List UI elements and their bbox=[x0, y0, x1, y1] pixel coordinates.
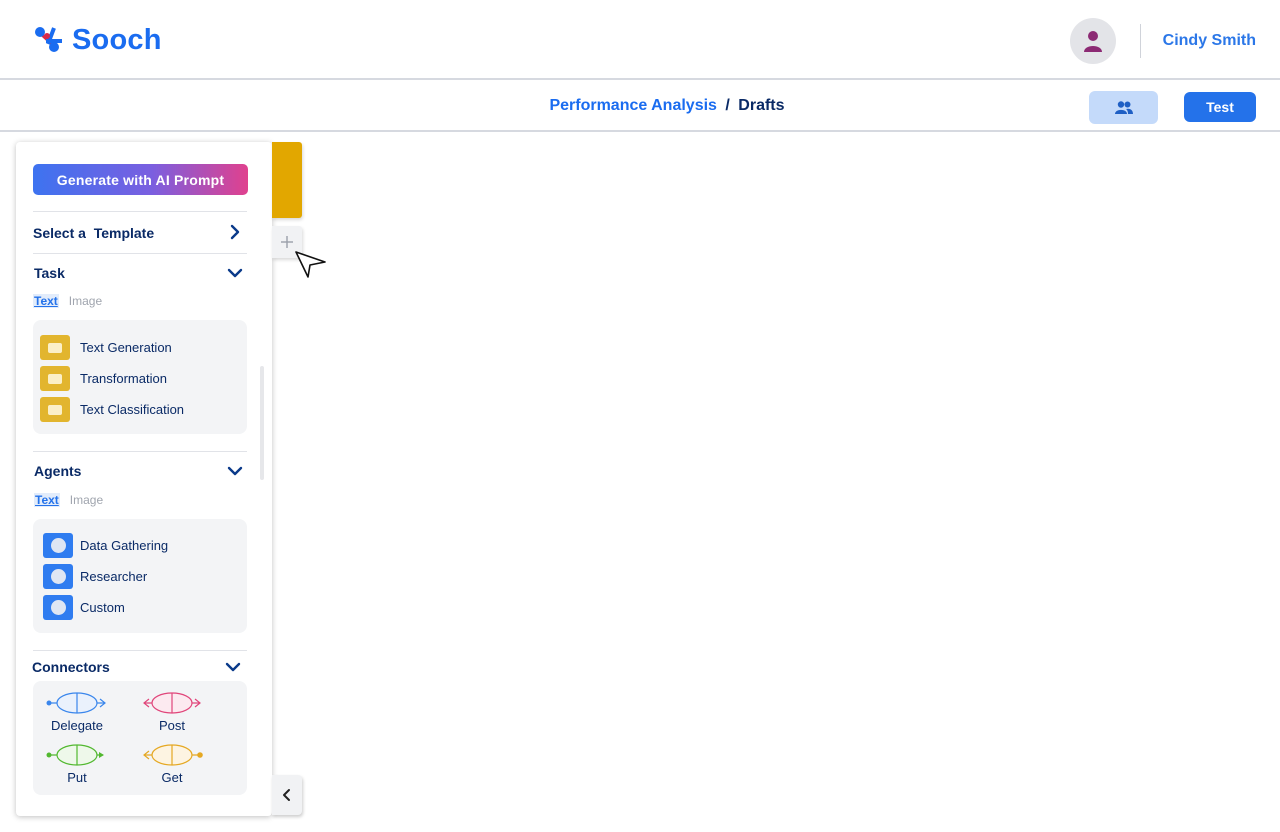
divider bbox=[33, 211, 247, 212]
tab-image[interactable]: Image bbox=[70, 493, 103, 507]
list-item[interactable]: Data Gathering bbox=[43, 533, 168, 558]
logo-icon bbox=[35, 27, 62, 52]
chevron-right-icon[interactable] bbox=[227, 224, 243, 240]
task-list: Text Generation Transformation Text Clas… bbox=[33, 320, 247, 434]
list-item[interactable]: Text Generation bbox=[40, 335, 172, 360]
agent-icon bbox=[43, 533, 73, 558]
agent-icon bbox=[43, 595, 73, 620]
task-section-title: Task bbox=[34, 265, 65, 281]
tab-text[interactable]: Text bbox=[34, 493, 60, 507]
list-item[interactable]: Custom bbox=[43, 595, 125, 620]
agents-tabs: Text Image bbox=[34, 493, 103, 507]
connector-label: Get bbox=[161, 770, 183, 785]
breadcrumb: Performance Analysis / Drafts bbox=[0, 97, 1280, 115]
post-connector-icon bbox=[143, 692, 201, 714]
task-icon bbox=[40, 366, 70, 391]
connector-post[interactable]: Post bbox=[137, 691, 207, 733]
select-template-label: Select a Template bbox=[33, 225, 155, 241]
connector-put[interactable]: Put bbox=[42, 743, 112, 785]
user-divider bbox=[1139, 24, 1141, 58]
put-connector-icon bbox=[46, 744, 104, 766]
logo-text: Sooch bbox=[72, 23, 162, 56]
get-connector-icon bbox=[143, 744, 203, 766]
collapse-panel-button[interactable] bbox=[272, 775, 302, 815]
breadcrumb-project[interactable]: Performance Analysis bbox=[549, 97, 716, 114]
person-icon bbox=[1083, 31, 1102, 52]
divider bbox=[33, 451, 247, 452]
list-item-label: Text Classification bbox=[80, 402, 185, 417]
connector-get[interactable]: Get bbox=[137, 743, 207, 785]
connector-delegate[interactable]: Delegate bbox=[42, 691, 112, 733]
divider bbox=[33, 650, 247, 651]
connectors-section-title: Connectors bbox=[32, 659, 110, 675]
breadcrumb-separator: / bbox=[725, 97, 730, 114]
task-icon bbox=[40, 397, 70, 422]
divider bbox=[33, 253, 247, 254]
task-node[interactable] bbox=[272, 142, 302, 218]
task-tabs: Text Image bbox=[33, 294, 102, 308]
connector-label: Post bbox=[158, 718, 185, 733]
logo[interactable]: Sooch bbox=[32, 22, 162, 58]
connector-label: Put bbox=[67, 770, 87, 785]
avatar[interactable] bbox=[1069, 18, 1116, 64]
list-item-label: Text Generation bbox=[80, 340, 172, 355]
chevron-down-icon[interactable] bbox=[227, 463, 243, 479]
list-item[interactable]: Researcher bbox=[43, 564, 147, 589]
list-item[interactable]: Transformation bbox=[40, 366, 167, 391]
list-item[interactable]: Text Classification bbox=[40, 397, 184, 422]
top-bar: Sooch Cindy Smith bbox=[0, 0, 1280, 80]
agent-icon bbox=[43, 564, 73, 589]
list-item-label: Data Gathering bbox=[80, 538, 169, 553]
scrollbar[interactable] bbox=[260, 366, 264, 480]
delegate-connector-icon bbox=[46, 692, 106, 714]
users-icon bbox=[1114, 100, 1133, 114]
tab-text[interactable]: Text bbox=[33, 294, 59, 308]
chevron-down-icon[interactable] bbox=[227, 265, 243, 281]
tab-image[interactable]: Image bbox=[69, 294, 102, 308]
chevron-down-icon[interactable] bbox=[225, 659, 241, 675]
collaborators-button[interactable] bbox=[1089, 91, 1158, 124]
breadcrumb-page: Drafts bbox=[738, 97, 785, 114]
plus-icon bbox=[281, 236, 293, 248]
task-icon bbox=[40, 335, 70, 360]
agents-section-title: Agents bbox=[34, 463, 82, 479]
list-item-label: Researcher bbox=[80, 569, 148, 584]
list-item-label: Transformation bbox=[80, 371, 167, 386]
generate-ai-prompt-button[interactable]: Generate with AI Prompt bbox=[33, 164, 248, 195]
agents-list: Data Gathering Researcher Custom bbox=[33, 519, 247, 633]
components-panel: Generate with AI Prompt Select a Templat… bbox=[16, 142, 272, 816]
list-item-label: Custom bbox=[80, 600, 125, 615]
connector-label: Delegate bbox=[50, 718, 104, 733]
user-area: Cindy Smith bbox=[1069, 18, 1256, 64]
sub-bar: Performance Analysis / Drafts Test bbox=[0, 82, 1280, 132]
user-name[interactable]: Cindy Smith bbox=[1163, 32, 1256, 50]
chevron-left-icon bbox=[283, 789, 290, 801]
connectors-list: Delegate Post Put Get bbox=[33, 681, 247, 795]
cursor-icon bbox=[295, 251, 326, 278]
test-button[interactable]: Test bbox=[1184, 92, 1256, 122]
